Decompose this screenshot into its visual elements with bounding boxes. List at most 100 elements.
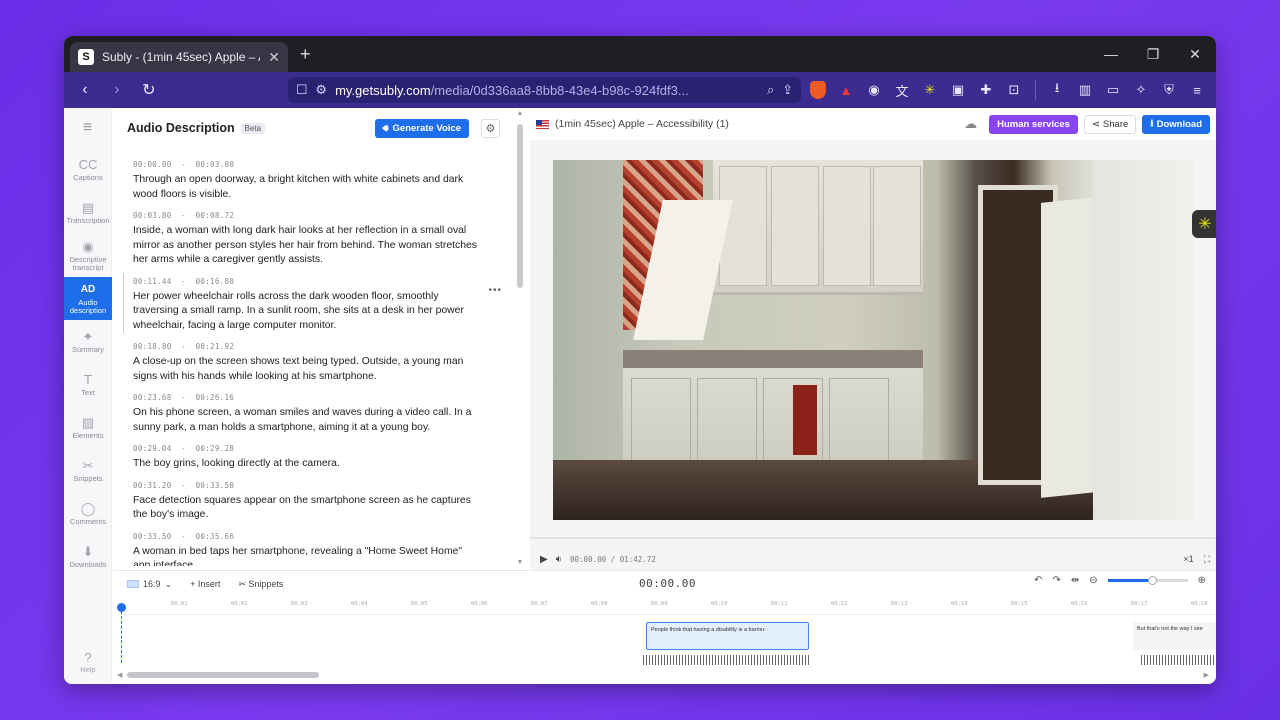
segment-text[interactable]: Through an open doorway, a bright kitche… — [133, 173, 480, 202]
close-tab-icon[interactable]: ✕ — [268, 49, 280, 66]
leo-ai-icon[interactable]: ✧ — [1130, 79, 1152, 101]
rail-item-audio-description[interactable]: AD Audio description — [64, 277, 112, 320]
reload-icon[interactable]: ↻ — [136, 77, 162, 103]
playhead[interactable] — [117, 603, 127, 663]
segment[interactable]: 00:23.68 - 00:26.16 On his phone screen,… — [133, 393, 480, 435]
snippets-button[interactable]: ✂ Snippets — [238, 579, 283, 590]
scroll-down-icon[interactable]: ▼ — [516, 559, 524, 566]
rail-item-text[interactable]: T Text — [64, 363, 112, 406]
caption-clip[interactable]: But that's not the way I see — [1133, 622, 1216, 650]
rail-item-elements[interactable]: ▨ Elements — [64, 406, 112, 449]
vpn-icon[interactable]: ⛨ — [1158, 79, 1180, 101]
transcription-icon: ▤ — [81, 199, 95, 215]
address-bar[interactable]: ☐ ⚙ my.getsubly.com/media/0d336aa8-8bb8-… — [287, 77, 802, 103]
segment-text[interactable]: On his phone screen, a woman smiles and … — [133, 406, 480, 435]
minimize-icon[interactable]: — — [1090, 46, 1132, 63]
segment[interactable]: 00:00.00 - 00:03.80 Through an open door… — [133, 160, 480, 202]
generate-voice-button[interactable]: 🔊︎ Generate Voice — [374, 118, 469, 138]
scroll-left-icon[interactable]: ◀ — [117, 671, 122, 679]
new-tab-icon[interactable]: + — [300, 44, 311, 65]
wallet-icon[interactable]: ▭ — [1102, 79, 1124, 101]
human-services-button[interactable]: Human services — [989, 114, 1078, 134]
briefcase-icon[interactable]: ▣ — [947, 79, 969, 101]
redo-icon[interactable]: ↷ — [1052, 575, 1060, 586]
more-options-icon[interactable]: ••• — [488, 285, 502, 296]
volume-icon[interactable]: 🔉︎ — [556, 554, 562, 565]
share-page-icon[interactable]: ⇪ — [782, 82, 793, 98]
browser-tab[interactable]: S Subly - (1min 45sec) Apple – Acc ✕ — [70, 42, 288, 72]
scroll-up-icon[interactable]: ▲ — [516, 110, 524, 117]
floating-extension-icon[interactable]: ✳ — [1192, 210, 1216, 238]
rail-item-descriptive-transcript[interactable]: ◉ Descriptive transcript — [64, 234, 112, 277]
panel-scrollbar[interactable]: ▲ ▼ — [516, 110, 524, 566]
screenshot-icon[interactable]: ⊡ — [1003, 79, 1025, 101]
beta-badge: Beta — [240, 122, 266, 134]
rail-item-comments[interactable]: ◯ Comments — [64, 492, 112, 535]
rail-item-downloads[interactable]: ⬇ Downloads — [64, 535, 112, 578]
timeline-scrollbar-thumb[interactable] — [127, 672, 319, 678]
video-title[interactable]: (1min 45sec) Apple – Accessibility (1) — [555, 118, 729, 130]
rail-item-transcription[interactable]: ▤ Transcription — [64, 191, 112, 234]
translate-icon[interactable]: 文 — [891, 79, 913, 101]
segment-text[interactable]: The boy grins, looking directly at the c… — [133, 457, 480, 472]
eye-icon: ◉ — [82, 238, 94, 254]
insert-button[interactable]: + Insert — [190, 579, 220, 589]
fit-width-icon[interactable]: ⇹ — [1071, 575, 1079, 586]
segment-text[interactable]: A close-up on the screen shows text bein… — [133, 355, 480, 384]
timeline-tools: ↶ ↷ ⇹ ⊖ ⊕ — [1034, 575, 1206, 586]
settings-gear-icon[interactable]: ⚙ — [481, 118, 500, 138]
segment[interactable]: 00:31.20 - 00:33.50 Face detection squar… — [133, 481, 480, 523]
rail-item-help[interactable]: ? Help — [64, 650, 112, 674]
sidebar-icon[interactable]: ▥ — [1074, 79, 1096, 101]
menu-icon[interactable]: ≡ — [1186, 79, 1208, 101]
download-button[interactable]: ⭳ Download — [1142, 114, 1210, 134]
video-frame[interactable] — [553, 160, 1193, 520]
url-text[interactable]: my.getsubly.com/media/0d336aa8-8bb8-43e4… — [335, 83, 759, 98]
scrollbar-thumb[interactable] — [517, 124, 523, 288]
segment-text[interactable]: Her power wheelchair rolls across the da… — [133, 290, 480, 334]
site-settings-icon[interactable]: ⚙ — [315, 82, 327, 98]
forward-icon[interactable]: › — [104, 77, 130, 103]
timeline-ruler[interactable]: 00:01 00:02 00:03 00:04 00:05 00:06 00:07 00:08… — [117, 601, 1216, 615]
fullscreen-icon[interactable]: ⛶ — [1204, 554, 1210, 565]
segment-time: 00:29.04 - 00:29.28 — [133, 444, 235, 453]
brave-shields-icon[interactable] — [807, 79, 829, 101]
brave-rewards-icon[interactable]: ▲ — [835, 79, 857, 101]
ruler-tick: 00:11 — [771, 601, 788, 607]
timeline-scrollbar[interactable]: ◀ ▶ — [117, 671, 1209, 679]
bookmark-icon[interactable]: ☐ — [296, 82, 308, 98]
segment-text[interactable]: A woman in bed taps her smartphone, reve… — [133, 545, 480, 567]
aspect-ratio-select[interactable]: 16:9 ⌄ — [127, 579, 172, 590]
rail-item-snippets[interactable]: ✂ Snippets — [64, 449, 112, 492]
zoom-icon[interactable]: ⌕ — [767, 82, 774, 98]
playback-speed[interactable]: ×1 — [1183, 554, 1193, 564]
close-window-icon[interactable]: ✕ — [1174, 46, 1216, 63]
segment-active[interactable]: 00:11.44 - 00:16.80 Her power wheelchair… — [123, 272, 501, 334]
ruler-tick: 00:10 — [711, 601, 728, 607]
segment[interactable]: 00:33.50 - 00:35.66 A woman in bed taps … — [133, 532, 480, 567]
restore-icon[interactable]: ❐ — [1132, 46, 1174, 63]
undo-icon[interactable]: ↶ — [1034, 575, 1042, 586]
downloads-icon[interactable]: ⭳ — [1046, 79, 1068, 101]
asterisk-extension-icon[interactable]: ✳ — [919, 79, 941, 101]
play-icon[interactable]: ▶ — [540, 554, 548, 565]
caption-clip[interactable]: People think that having a disability is… — [646, 622, 809, 650]
puzzle-icon[interactable]: ✚ — [975, 79, 997, 101]
zoom-out-icon[interactable]: ⊖ — [1089, 575, 1097, 586]
rail-item-summary[interactable]: ✦ Summary — [64, 320, 112, 363]
segment-text[interactable]: Face detection squares appear on the sma… — [133, 494, 480, 523]
share-button[interactable]: ⋖ Share — [1083, 114, 1137, 134]
scroll-right-icon[interactable]: ▶ — [1204, 671, 1209, 679]
rail-item-captions[interactable]: CC Captions — [64, 148, 112, 191]
hamburger-icon[interactable]: ≡ — [64, 108, 111, 148]
zoom-slider[interactable] — [1107, 576, 1188, 585]
segment-text[interactable]: Inside, a woman with long dark hair look… — [133, 224, 480, 268]
segment[interactable]: 00:18.80 - 00:21.92 A close-up on the sc… — [133, 342, 480, 384]
segment[interactable]: 00:29.04 - 00:29.28 The boy grins, looki… — [133, 444, 480, 472]
video-progress-bar[interactable] — [530, 537, 1216, 539]
zoom-in-icon[interactable]: ⊕ — [1198, 575, 1206, 586]
segment[interactable]: 00:03.80 - 00:08.72 Inside, a woman with… — [133, 211, 480, 268]
back-icon[interactable]: ‹ — [72, 77, 98, 103]
zoom-slider-handle[interactable] — [1147, 576, 1157, 585]
onepassword-icon[interactable]: ◉ — [863, 79, 885, 101]
